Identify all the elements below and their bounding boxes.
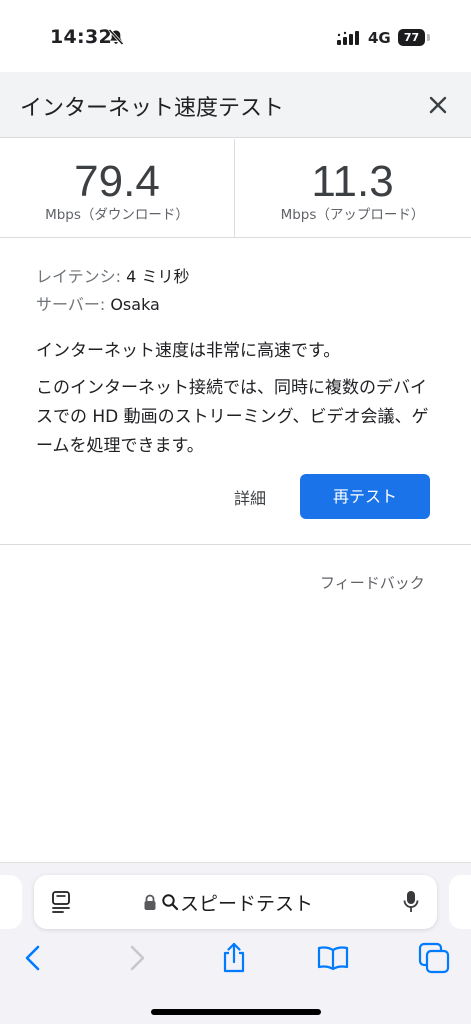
close-icon[interactable] bbox=[425, 92, 451, 118]
speed-description: このインターネット接続では、同時に複数のデバイスでの HD 動画のストリーミング… bbox=[36, 378, 429, 456]
download-result: 79.4 Mbps（ダウンロード） bbox=[0, 139, 235, 238]
speedtest-header: インターネット速度テスト bbox=[0, 72, 471, 138]
tabs-icon[interactable] bbox=[417, 941, 451, 975]
back-icon[interactable] bbox=[17, 941, 51, 975]
download-speed-unit: Mbps（ダウンロード） bbox=[45, 207, 189, 223]
lock-icon bbox=[144, 894, 156, 910]
signal-icon bbox=[337, 31, 359, 45]
reader-icon[interactable] bbox=[51, 890, 73, 914]
server-row: サーバー: Osaka bbox=[36, 291, 160, 315]
upload-result: 11.3 Mbps（アップロード） bbox=[235, 139, 470, 238]
upload-speed-value: 11.3 bbox=[311, 157, 394, 206]
upload-speed-unit: Mbps（アップロード） bbox=[280, 207, 425, 223]
battery-cap bbox=[427, 34, 430, 41]
retest-button[interactable]: 再テスト bbox=[300, 474, 430, 519]
browser-toolbar: スピードテスト bbox=[0, 862, 471, 1024]
page-title: インターネット速度テスト bbox=[20, 96, 285, 121]
home-indicator bbox=[151, 1009, 321, 1015]
server-value: Osaka bbox=[110, 295, 160, 314]
download-speed-value: 79.4 bbox=[74, 157, 160, 206]
bookmarks-icon[interactable] bbox=[316, 941, 350, 975]
microphone-icon[interactable] bbox=[402, 889, 420, 915]
speed-summary: インターネット速度は非常に高速です。 bbox=[36, 341, 341, 361]
network-type: 4G bbox=[368, 29, 391, 47]
search-icon bbox=[162, 894, 179, 911]
bell-slash-icon bbox=[108, 28, 124, 46]
share-icon[interactable] bbox=[217, 941, 251, 975]
latency-label: レイテンシ: bbox=[36, 267, 122, 286]
latency-value: 4 ミリ秒 bbox=[126, 267, 190, 286]
status-bar: 14:32 4G 77 bbox=[0, 0, 471, 72]
battery-percent: 77 bbox=[403, 31, 420, 44]
address-text[interactable]: スピードテスト bbox=[180, 889, 313, 916]
next-tab-edge[interactable] bbox=[449, 875, 471, 929]
result-details: レイテンシ: 4 ミリ秒 サーバー: Osaka インターネット速度は非常に高速… bbox=[0, 239, 471, 545]
address-bar[interactable]: スピードテスト bbox=[34, 875, 437, 929]
forward-icon[interactable] bbox=[119, 941, 153, 975]
server-label: サーバー: bbox=[36, 295, 106, 314]
details-link[interactable]: 詳細 bbox=[234, 485, 266, 509]
latency-row: レイテンシ: 4 ミリ秒 bbox=[36, 263, 189, 287]
status-time: 14:32 bbox=[50, 26, 112, 48]
previous-tab-edge[interactable] bbox=[0, 875, 22, 929]
feedback-link[interactable]: フィードバック bbox=[320, 572, 425, 593]
speed-results: 79.4 Mbps（ダウンロード） 11.3 Mbps（アップロード） bbox=[0, 139, 471, 238]
battery-icon: 77 bbox=[398, 29, 425, 46]
